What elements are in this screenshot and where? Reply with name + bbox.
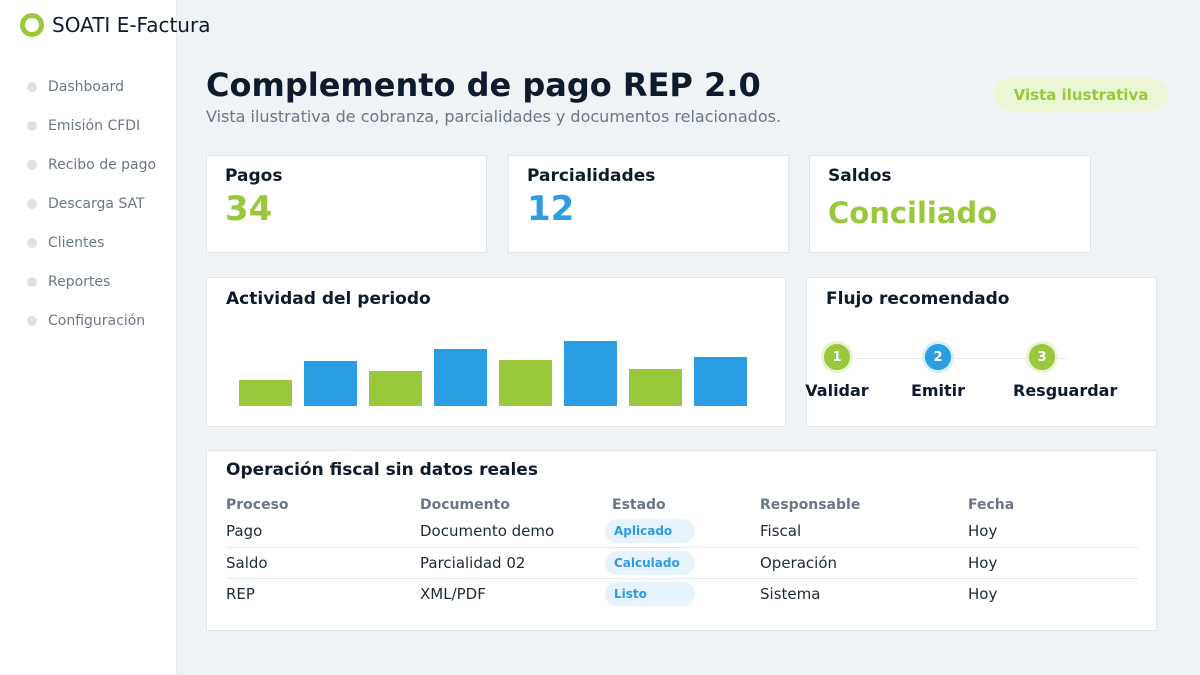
cell-proceso: Pago <box>226 522 263 541</box>
table-header-row: Proceso Documento Estado Responsable Fec… <box>226 494 1138 516</box>
flow-step-validar[interactable]: 1 Validar <box>787 341 887 400</box>
cell-responsable: Operación <box>760 546 968 578</box>
column-header: Documento <box>420 497 510 513</box>
activity-bar <box>564 341 617 406</box>
column-header: Responsable <box>760 497 861 513</box>
step-number: 1 <box>821 341 853 373</box>
dot-icon <box>27 159 37 170</box>
operations-table-card: Operación fiscal sin datos reales Proces… <box>206 450 1157 631</box>
cell-fecha: Hoy <box>968 546 1138 578</box>
cell-responsable: Sistema <box>760 577 968 609</box>
status-pill: Aplicado <box>605 519 695 544</box>
column-header: Fecha <box>968 497 1015 513</box>
page-subtitle: Vista ilustrativa de cobranza, parcialid… <box>206 107 782 126</box>
activity-card: Actividad del periodo <box>206 277 786 427</box>
stat-card-saldos: Saldos Conciliado <box>809 155 1091 253</box>
sidebar-item-configuracion[interactable]: Configuración <box>27 301 156 340</box>
page-title: Complemento de pago REP 2.0 <box>206 66 761 104</box>
status-pill: Listo <box>605 581 695 606</box>
step-label: Validar <box>805 381 869 400</box>
activity-bar <box>499 360 552 406</box>
app-title: SOATI E-Factura <box>52 13 211 37</box>
activity-bar <box>694 357 747 406</box>
flow-step-emitir[interactable]: 2 Emitir <box>888 341 988 400</box>
step-label: Emitir <box>910 381 966 400</box>
status-pill: Calculado <box>605 550 695 575</box>
stat-label: Parcialidades <box>527 166 656 186</box>
sidebar-item-dashboard[interactable]: Dashboard <box>27 67 156 106</box>
cell-documento: XML/PDF <box>420 577 612 609</box>
dot-icon <box>27 198 37 209</box>
step-number: 3 <box>1026 341 1058 373</box>
cell-estado: Calculado <box>605 546 760 578</box>
stat-card-parcialidades: Parcialidades 12 <box>508 155 789 253</box>
sidebar-item-label: Clientes <box>48 234 105 251</box>
cell-fecha: Hoy <box>968 522 998 541</box>
stat-value: 34 <box>225 189 273 229</box>
sidebar-item-reportes[interactable]: Reportes <box>27 262 156 301</box>
column-header: Estado <box>612 497 666 513</box>
sidebar-nav: Dashboard Emisión CFDI Recibo de pago De… <box>27 67 156 340</box>
dot-icon <box>27 237 37 248</box>
stat-card-pagos: Pagos 34 <box>206 155 487 253</box>
cell-responsable: Fiscal <box>760 522 802 541</box>
activity-bar <box>239 380 292 406</box>
cell-fecha: Hoy <box>968 577 1138 609</box>
cell-documento: Documento demo <box>420 522 555 541</box>
activity-bar-chart <box>239 341 747 406</box>
stat-value: Conciliado <box>828 196 998 230</box>
stat-label: Pagos <box>225 166 283 186</box>
cell-proceso: REP <box>226 577 420 609</box>
dot-icon <box>27 276 37 287</box>
sidebar: SOATI E-Factura Dashboard Emisión CFDI R… <box>0 0 210 675</box>
stat-label: Saldos <box>828 166 892 186</box>
step-label: Resguardar <box>1013 381 1118 400</box>
sidebar-item-label: Dashboard <box>48 78 124 95</box>
sidebar-item-label: Descarga SAT <box>48 195 145 212</box>
brand[interactable]: SOATI E-Factura <box>20 13 210 37</box>
activity-bar <box>629 369 682 406</box>
table-row[interactable]: REP XML/PDF Listo Sistema Hoy <box>226 577 1138 609</box>
cell-estado: Aplicado <box>605 516 760 547</box>
table-title: Operación fiscal sin datos reales <box>226 460 538 480</box>
sidebar-item-descarga-sat[interactable]: Descarga SAT <box>27 184 156 223</box>
sidebar-item-label: Emisión CFDI <box>48 117 141 134</box>
stat-value: 12 <box>527 189 575 229</box>
column-header: Proceso <box>226 497 289 513</box>
table-row[interactable]: Pago Documento demo Aplicado Fiscal Hoy <box>226 516 1138 547</box>
cell-documento: Parcialidad 02 <box>420 546 612 578</box>
sidebar-item-label: Configuración <box>48 312 146 329</box>
dot-icon <box>27 315 37 326</box>
sidebar-item-label: Reportes <box>48 273 111 290</box>
table-row[interactable]: Saldo Parcialidad 02 Calculado Operación… <box>226 546 1138 578</box>
activity-bar <box>369 371 422 406</box>
logo-icon <box>20 13 44 37</box>
activity-bar <box>434 349 487 406</box>
sidebar-item-emision-cfdi[interactable]: Emisión CFDI <box>27 106 156 145</box>
cell-proceso: Saldo <box>226 546 420 578</box>
activity-bar <box>304 361 357 406</box>
dot-icon <box>27 120 37 131</box>
step-number: 2 <box>922 341 954 373</box>
flow-title: Flujo recomendado <box>826 289 1010 309</box>
sidebar-item-recibo-de-pago[interactable]: Recibo de pago <box>27 145 156 184</box>
flow-step-resguardar[interactable]: 3 Resguardar <box>992 341 1118 400</box>
operations-table: Proceso Documento Estado Responsable Fec… <box>226 494 1138 609</box>
flow-card: Flujo recomendado 1 Validar 2 Emitir 3 R… <box>805 277 1157 427</box>
cell-estado: Listo <box>605 577 760 609</box>
dot-icon <box>27 81 37 92</box>
sidebar-item-clientes[interactable]: Clientes <box>27 223 156 262</box>
sidebar-item-label: Recibo de pago <box>48 156 157 173</box>
status-badge: Vista ilustrativa <box>994 78 1168 111</box>
